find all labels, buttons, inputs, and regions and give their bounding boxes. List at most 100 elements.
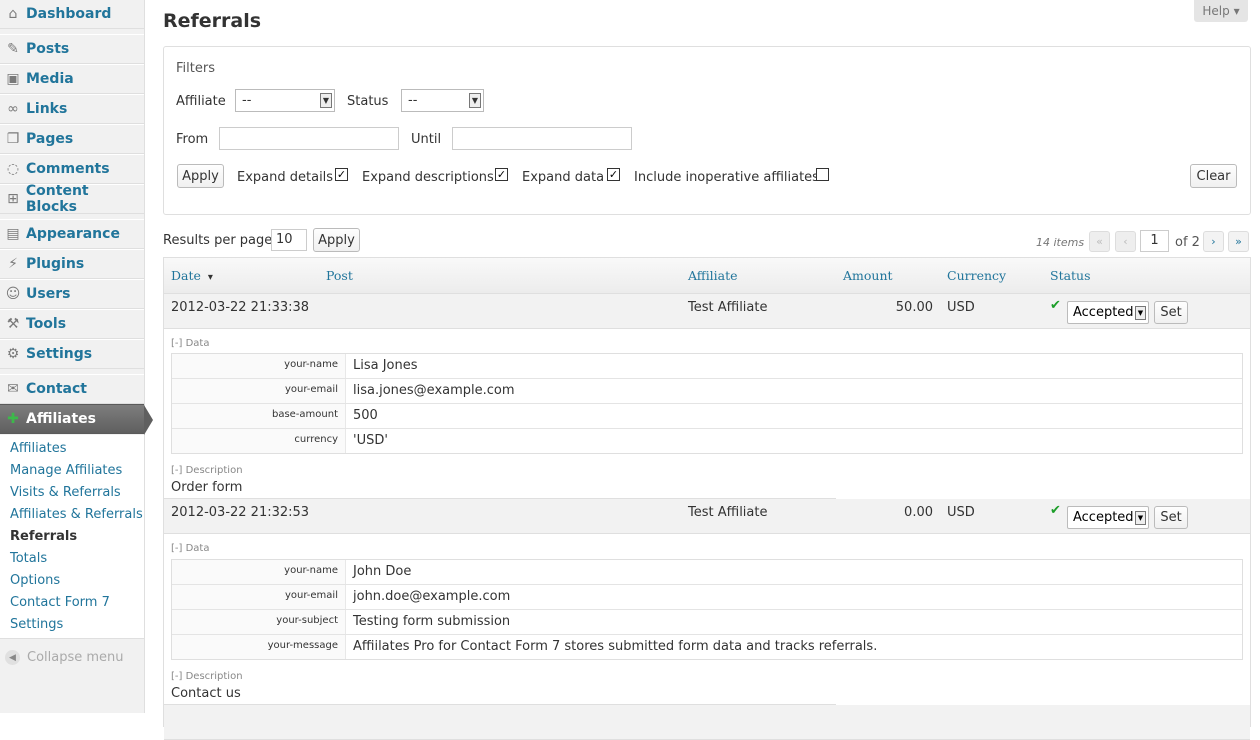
users-icon: ☺ <box>5 286 21 302</box>
dropdown-arrow-icon: ▼ <box>1135 306 1146 320</box>
menu-item-settings[interactable]: ⚙ Settings <box>0 339 144 369</box>
data-toggle[interactable]: [-] Data <box>171 338 209 349</box>
results-per-page-label: Results per page <box>163 233 273 248</box>
menu-item-comments[interactable]: ◌ Comments <box>0 154 144 184</box>
menu-item-users[interactable]: ☺ Users <box>0 279 144 309</box>
status-select-value: Accepted <box>1073 305 1134 320</box>
from-date-input[interactable] <box>219 127 399 150</box>
data-value: Testing form submission <box>345 610 1242 634</box>
status-select-value: Accepted <box>1073 510 1134 525</box>
filter-clear-button[interactable]: Clear <box>1190 164 1237 188</box>
total-pages-label: of 2 <box>1175 235 1200 250</box>
menu-item-affiliates[interactable]: ✚ Affiliates <box>0 404 153 435</box>
data-panel: your-name Lisa Jones your-email lisa.jon… <box>171 353 1243 454</box>
cell-affiliate: Test Affiliate <box>688 505 768 520</box>
include-inoperative-label: Include inoperative affiliates <box>634 170 819 185</box>
menu-item-pages[interactable]: ❐ Pages <box>0 124 144 154</box>
last-page-button[interactable]: » <box>1228 231 1249 252</box>
menu-item-content-blocks[interactable]: ⊞ Content Blocks <box>0 183 144 215</box>
expand-details-checkbox[interactable]: ✓ <box>335 168 348 181</box>
help-tab-button[interactable]: Help ▾ <box>1194 0 1248 22</box>
column-currency[interactable]: Currency <box>947 268 1006 283</box>
table-row: 2012-03-22 21:33:38 Test Affiliate 50.00… <box>164 294 1250 329</box>
expand-data-checkbox[interactable]: ✓ <box>607 168 620 181</box>
column-date-label: Date <box>171 268 201 283</box>
submenu-referrals[interactable]: Referrals <box>10 529 77 544</box>
expand-descriptions-checkbox[interactable]: ✓ <box>495 168 508 181</box>
menu-item-dashboard[interactable]: ⌂ Dashboard <box>0 0 144 29</box>
menu-item-appearance[interactable]: ▤ Appearance <box>0 219 144 249</box>
results-per-page-input[interactable]: 10 <box>271 229 307 251</box>
column-status[interactable]: Status <box>1050 268 1091 283</box>
submenu-contact-form-7[interactable]: Contact Form 7 <box>10 595 110 610</box>
column-amount[interactable]: Amount <box>843 268 893 283</box>
collapse-menu-button[interactable]: ◀ Collapse menu <box>5 650 124 665</box>
submenu-manage-affiliates[interactable]: Manage Affiliates <box>10 463 122 478</box>
submenu-visits-referrals[interactable]: Visits & Referrals <box>10 485 121 500</box>
from-date-label: From <box>176 132 209 147</box>
data-toggle[interactable]: [-] Data <box>171 543 209 554</box>
include-inoperative-checkbox[interactable] <box>816 168 829 181</box>
current-page-value: 1 <box>1150 233 1159 248</box>
set-status-button[interactable]: Set <box>1154 506 1188 529</box>
data-value: John Doe <box>345 560 1242 584</box>
accepted-check-icon: ✔ <box>1050 298 1061 313</box>
next-page-button[interactable]: › <box>1203 231 1224 252</box>
pushpin-icon: ✎ <box>7 41 19 57</box>
contact-icon: ✉ <box>7 381 19 397</box>
menu-item-media[interactable]: ▣ Media <box>0 64 144 94</box>
data-key: your-message <box>267 640 338 651</box>
column-affiliate[interactable]: Affiliate <box>688 268 738 283</box>
filters-panel: Filters Affiliate -- ▼ Status -- ▼ From … <box>163 46 1251 215</box>
description-text: Order form <box>171 480 243 495</box>
status-filter-select[interactable]: -- ▼ <box>401 89 484 112</box>
submenu-affiliates-referrals[interactable]: Affiliates & Referrals <box>10 507 143 522</box>
menu-item-tools[interactable]: ⚒ Tools <box>0 309 144 339</box>
menu-label: Media <box>26 71 74 87</box>
cell-currency: USD <box>947 300 975 315</box>
comments-icon: ◌ <box>6 161 20 177</box>
cell-amount: 50.00 <box>895 300 933 315</box>
cell-currency: USD <box>947 505 975 520</box>
submenu-totals[interactable]: Totals <box>10 551 47 566</box>
until-date-input[interactable] <box>452 127 632 150</box>
content-blocks-icon: ⊞ <box>7 191 19 207</box>
plugins-icon: ⚡ <box>8 256 18 272</box>
column-post[interactable]: Post <box>326 268 353 283</box>
first-page-button[interactable]: « <box>1089 231 1110 252</box>
current-page-input[interactable]: 1 <box>1140 230 1169 252</box>
status-select[interactable]: Accepted ▼ <box>1067 301 1149 324</box>
data-row: your-email lisa.jones@example.com <box>172 379 1242 404</box>
menu-label: Pages <box>26 131 74 147</box>
data-value: Affiilates Pro for Contact Form 7 stores… <box>345 635 1242 659</box>
data-row: your-name Lisa Jones <box>172 354 1242 379</box>
menu-item-posts[interactable]: ✎ Posts <box>0 34 144 64</box>
submenu-affiliates[interactable]: Affiliates <box>10 441 67 456</box>
submenu-settings[interactable]: Settings <box>10 617 63 632</box>
filter-apply-button[interactable]: Apply <box>177 164 224 188</box>
results-apply-button[interactable]: Apply <box>313 228 360 252</box>
data-panel: your-name John Doe your-email john.doe@e… <box>171 559 1243 660</box>
expand-descriptions-label: Expand descriptions <box>362 170 494 185</box>
menu-item-links[interactable]: ∞ Links <box>0 94 144 124</box>
submenu-options[interactable]: Options <box>10 573 60 588</box>
menu-label: Contact <box>26 381 87 397</box>
data-key: your-email <box>284 384 338 395</box>
affiliate-filter-select[interactable]: -- ▼ <box>235 89 335 112</box>
affiliate-select-value: -- <box>242 93 252 108</box>
status-filter-label: Status <box>347 94 389 109</box>
menu-label: Dashboard <box>26 6 112 22</box>
menu-item-contact[interactable]: ✉ Contact <box>0 374 144 404</box>
column-date[interactable]: Date ▾ <box>171 268 213 283</box>
description-toggle[interactable]: [-] Description <box>171 671 243 682</box>
description-toggle[interactable]: [-] Description <box>171 465 243 476</box>
menu-label: Settings <box>26 346 93 362</box>
set-status-button[interactable]: Set <box>1154 301 1188 324</box>
data-key: your-name <box>284 565 338 576</box>
status-select[interactable]: Accepted ▼ <box>1067 506 1149 529</box>
data-value: lisa.jones@example.com <box>345 379 1242 403</box>
prev-page-button[interactable]: ‹ <box>1115 231 1136 252</box>
menu-item-plugins[interactable]: ⚡ Plugins <box>0 249 144 279</box>
expand-data-label: Expand data <box>522 170 605 185</box>
data-value: john.doe@example.com <box>345 585 1242 609</box>
